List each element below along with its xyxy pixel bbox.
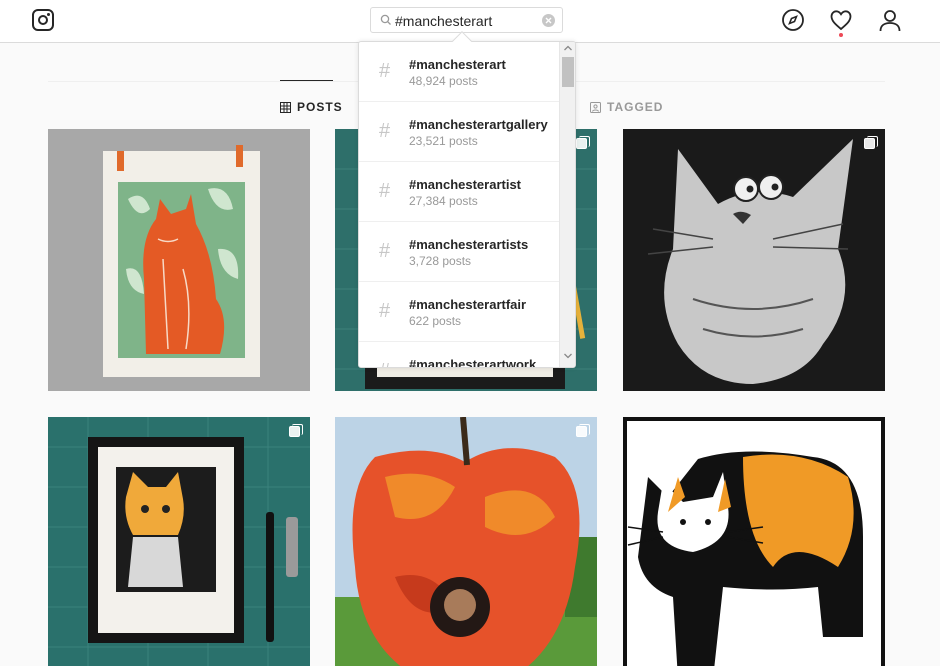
scrollbar-thumb[interactable] <box>562 57 574 87</box>
tab-tagged[interactable]: TAGGED <box>590 100 663 114</box>
post-tile[interactable] <box>623 129 885 391</box>
search-query: #manchesterart <box>395 13 493 29</box>
result-hashtag: #manchesterart <box>409 57 506 72</box>
search-result[interactable]: # #manchesterartgallery 23,521 posts <box>359 102 560 162</box>
hashtag-icon: # <box>379 300 391 322</box>
search-result[interactable]: # #manchesterartwork <box>359 342 560 368</box>
tab-posts-label: POSTS <box>297 100 343 114</box>
result-hashtag: #manchesterartgallery <box>409 117 548 132</box>
compass-icon[interactable] <box>781 8 805 32</box>
post-image <box>48 129 310 391</box>
clear-icon[interactable] <box>542 14 555 27</box>
multiple-posts-icon <box>576 424 590 438</box>
tab-tagged-label: TAGGED <box>607 100 664 114</box>
tab-posts[interactable]: POSTS <box>280 100 343 114</box>
hashtag-icon: # <box>379 120 391 142</box>
search-results-dropdown: # #manchesterart 48,924 posts # #manches… <box>358 41 576 368</box>
heart-icon[interactable] <box>829 8 853 32</box>
post-tile[interactable] <box>335 417 597 666</box>
result-hashtag: #manchesterartist <box>409 177 521 192</box>
hashtag-icon: # <box>379 180 391 202</box>
post-image <box>48 417 310 666</box>
post-tile[interactable] <box>48 417 310 666</box>
notification-dot <box>839 33 843 37</box>
post-image <box>623 417 885 666</box>
hashtag-icon: # <box>379 240 391 262</box>
post-image <box>335 417 597 666</box>
dropdown-scrollbar[interactable] <box>559 42 575 367</box>
grid-icon <box>280 101 291 113</box>
result-post-count: 27,384 posts <box>409 194 478 208</box>
search-icon <box>380 14 391 25</box>
user-icon[interactable] <box>878 8 902 32</box>
active-tab-indicator <box>280 80 333 81</box>
scroll-up-arrow-icon[interactable] <box>564 45 572 51</box>
multiple-posts-icon <box>576 136 590 150</box>
instagram-logo-icon[interactable] <box>32 9 54 31</box>
search-input[interactable]: #manchesterart <box>370 7 563 33</box>
scroll-down-arrow-icon[interactable] <box>564 353 572 359</box>
tag-person-icon <box>590 101 601 113</box>
top-bar: #manchesterart <box>0 0 940 43</box>
result-hashtag: #manchesterartists <box>409 237 529 252</box>
search-result[interactable]: # #manchesterartfair 622 posts <box>359 282 560 342</box>
search-result[interactable]: # #manchesterartists 3,728 posts <box>359 222 560 282</box>
post-tile[interactable] <box>48 129 310 391</box>
hashtag-icon: # <box>379 60 391 82</box>
post-image <box>623 129 885 391</box>
result-post-count: 622 posts <box>409 314 462 328</box>
multiple-posts-icon <box>289 424 303 438</box>
hashtag-icon: # <box>379 360 390 367</box>
search-result[interactable]: # #manchesterart 48,924 posts <box>359 42 560 102</box>
post-tile[interactable] <box>623 417 885 666</box>
result-post-count: 3,728 posts <box>409 254 472 268</box>
search-result[interactable]: # #manchesterartist 27,384 posts <box>359 162 560 222</box>
result-post-count: 48,924 posts <box>409 74 478 88</box>
multiple-posts-icon <box>864 136 878 150</box>
result-hashtag: #manchesterartwork <box>409 357 537 368</box>
result-post-count: 23,521 posts <box>409 134 478 148</box>
result-hashtag: #manchesterartfair <box>409 297 527 312</box>
multiple-posts-icon <box>864 424 878 438</box>
